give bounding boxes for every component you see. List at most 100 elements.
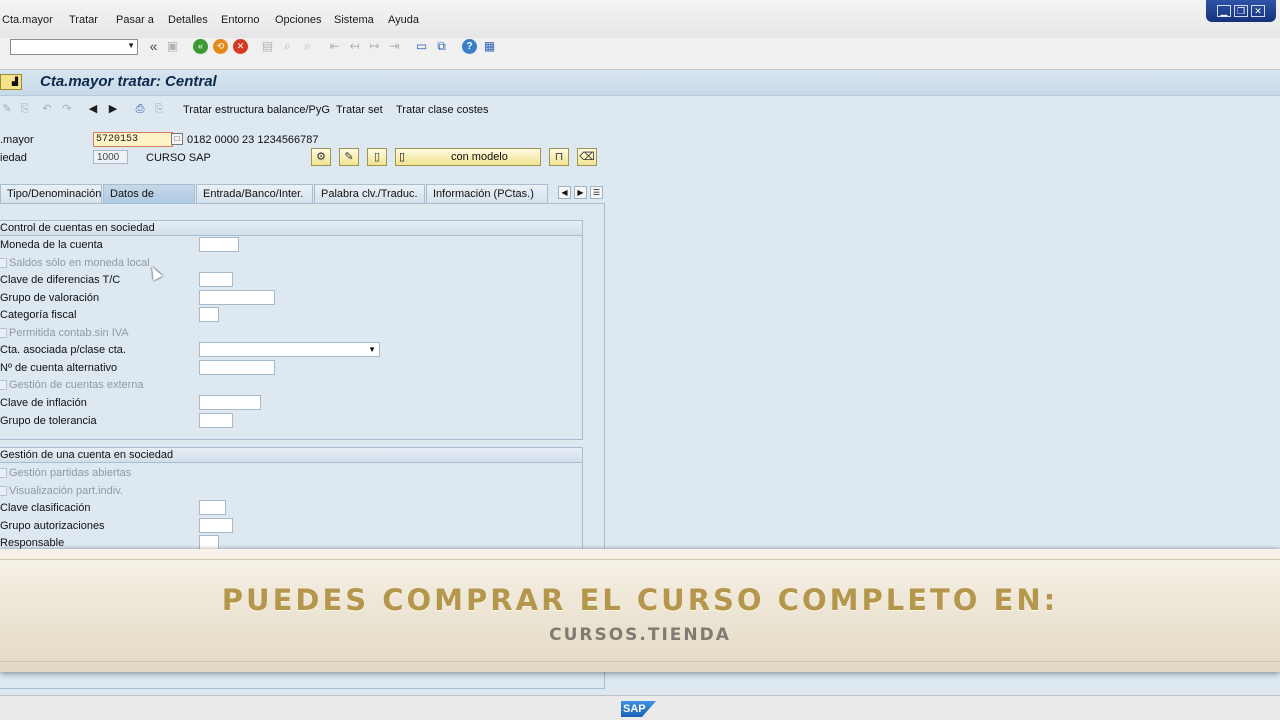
next-entry-icon[interactable]: ▶	[106, 102, 120, 116]
menu-entorno[interactable]: Entorno	[221, 14, 260, 26]
other-object-icon[interactable]: ⎘	[18, 102, 32, 116]
menu-tratar[interactable]: Tratar	[69, 14, 98, 26]
account-label: .mayor	[0, 134, 34, 146]
fx-key-label: Clave de diferencias T/C	[0, 274, 121, 286]
tab-scroll-left-icon[interactable]: ◀	[558, 186, 571, 199]
tax-category-input[interactable]	[199, 307, 219, 322]
transaction-icon: ▟	[0, 74, 22, 90]
tab-information[interactable]: Información (PCtas.)	[426, 184, 548, 203]
print-icon[interactable]: ▤	[260, 39, 275, 54]
maximize-icon[interactable]: ❐	[1234, 5, 1248, 17]
close-icon[interactable]: ✕	[1251, 5, 1265, 17]
shortcut-icon[interactable]: ⧉	[434, 39, 449, 54]
pencil-icon[interactable]: ✎	[339, 148, 359, 166]
auth-group-input[interactable]	[199, 518, 233, 533]
link-edit-set[interactable]: Tratar set	[336, 104, 383, 116]
group-account-management-title: Gestión de una cuenta en sociedad	[0, 448, 582, 463]
chevron-down-icon[interactable]: ▼	[368, 343, 376, 356]
find-next-icon[interactable]: ⌕	[300, 39, 315, 54]
tab-list-icon[interactable]: ☰	[590, 186, 603, 199]
account-input[interactable]: 5720153	[93, 132, 173, 147]
command-field[interactable]: ▼	[10, 39, 138, 55]
line-items-label: Visualización part.indiv.	[9, 485, 123, 497]
promo-banner: PUEDES COMPRAR EL CURSO COMPLETO EN: CUR…	[0, 549, 1280, 672]
currency-input[interactable]	[199, 237, 239, 252]
group-account-control-title: Control de cuentas en sociedad	[0, 221, 582, 236]
tab-entry-bank-interest[interactable]: Entrada/Banco/Inter.	[196, 184, 313, 203]
cancel-icon[interactable]: ✕	[233, 39, 248, 54]
previous-entry-icon[interactable]: ◀	[86, 102, 100, 116]
auth-group-label: Grupo autorizaciones	[0, 520, 105, 532]
open-items-checkbox[interactable]	[0, 468, 7, 478]
redo-icon[interactable]: ↷	[60, 102, 74, 116]
recon-account-select[interactable]: ▼	[199, 342, 380, 357]
ext-mgmt-checkbox[interactable]	[0, 380, 7, 390]
next-page-icon[interactable]: ↦	[367, 39, 382, 54]
chevron-down-icon[interactable]: ▼	[127, 41, 135, 50]
save-icon[interactable]: ▣	[165, 39, 180, 54]
recon-account-label: Cta. asociada p/clase cta.	[0, 344, 126, 356]
display-change-icon[interactable]: ✎	[0, 102, 14, 116]
create-icon[interactable]: ▯	[367, 148, 387, 166]
last-page-icon[interactable]: ⇥	[387, 39, 402, 54]
page-title: Cta.mayor tratar: Central	[40, 73, 217, 90]
fx-key-input[interactable]	[199, 272, 233, 287]
alt-account-input[interactable]	[199, 360, 275, 375]
ext-mgmt-label: Gestión de cuentas externa	[9, 379, 144, 391]
tab-control-data[interactable]: Datos de control	[103, 184, 195, 218]
tab-keyword-translation[interactable]: Palabra clv./Traduc.	[314, 184, 425, 203]
responsible-label: Responsable	[0, 537, 65, 549]
menu-bar: Cta.mayor Tratar Pasar a Detalles Entorn…	[0, 0, 1280, 38]
first-page-icon[interactable]: ⇤	[327, 39, 342, 54]
menu-detalles[interactable]: Detalles	[168, 14, 208, 26]
minimize-icon[interactable]: ▁	[1217, 5, 1231, 17]
promo-banner-subtitle: CURSOS.TIENDA	[549, 625, 731, 645]
copy-icon[interactable]: ⎘	[152, 102, 166, 116]
back-double-icon[interactable]: «	[146, 39, 161, 54]
help-icon[interactable]: ?	[462, 39, 477, 54]
account-description: 0182 0000 23 1234566787	[187, 134, 319, 146]
back-icon[interactable]: «	[193, 39, 208, 54]
application-toolbar: ✎ ⎘ ↶ ↷ ◀ ▶ ⎙ ⎘ Tratar estructura balanc…	[0, 96, 1280, 124]
new-session-icon[interactable]: ▭	[414, 39, 429, 54]
menu-sistema[interactable]: Sistema	[334, 14, 374, 26]
company-input[interactable]: 1000	[93, 150, 128, 164]
title-bar: ▟ Cta.mayor tratar: Central	[0, 70, 1280, 96]
sort-key-input[interactable]	[199, 500, 226, 515]
previous-page-icon[interactable]: ↤	[347, 39, 362, 54]
company-label: iedad	[0, 152, 27, 164]
link-balance-structure[interactable]: Tratar estructura balance/PyG	[183, 104, 330, 116]
search-help-icon[interactable]: □	[171, 133, 183, 145]
inflation-key-input[interactable]	[199, 395, 261, 410]
alt-account-label: Nº de cuenta alternativo	[0, 362, 118, 374]
tolerance-group-label: Grupo de tolerancia	[0, 415, 97, 427]
display-settings-icon[interactable]: ⚙	[311, 148, 331, 166]
valuation-group-input[interactable]	[199, 290, 275, 305]
currency-label: Moneda de la cuenta	[0, 239, 103, 251]
menu-pasar-a[interactable]: Pasar a	[116, 14, 154, 26]
valuation-group-label: Grupo de valoración	[0, 292, 100, 304]
responsible-input[interactable]	[199, 535, 219, 550]
edit-icon[interactable]: ⎙	[133, 102, 147, 116]
tab-scroll-right-icon[interactable]: ▶	[574, 186, 587, 199]
open-items-label: Gestión partidas abiertas	[9, 467, 132, 479]
sort-key-label: Clave clasificación	[0, 502, 91, 514]
tolerance-group-input[interactable]	[199, 413, 233, 428]
lock-icon[interactable]: ⊓	[549, 148, 569, 166]
with-template-button[interactable]: ▯ con modelo	[395, 148, 541, 166]
undo-icon[interactable]: ↶	[40, 102, 54, 116]
line-items-checkbox[interactable]	[0, 486, 7, 496]
menu-cta-mayor[interactable]: Cta.mayor	[2, 14, 53, 26]
local-balance-checkbox[interactable]	[0, 258, 7, 268]
menu-ayuda[interactable]: Ayuda	[388, 14, 419, 26]
customize-layout-icon[interactable]: ▦	[482, 39, 497, 54]
tab-type-description[interactable]: Tipo/Denominación	[0, 184, 102, 203]
trash-icon[interactable]: ⌫	[577, 148, 597, 166]
find-icon[interactable]: ⌕	[280, 39, 295, 54]
link-cost-element[interactable]: Tratar clase costes	[396, 104, 489, 116]
with-template-label: con modelo	[451, 151, 508, 163]
menu-opciones[interactable]: Opciones	[275, 14, 321, 26]
exit-icon[interactable]: ⟲	[213, 39, 228, 54]
posting-no-tax-checkbox[interactable]	[0, 328, 7, 338]
company-name: CURSO SAP	[146, 152, 211, 164]
